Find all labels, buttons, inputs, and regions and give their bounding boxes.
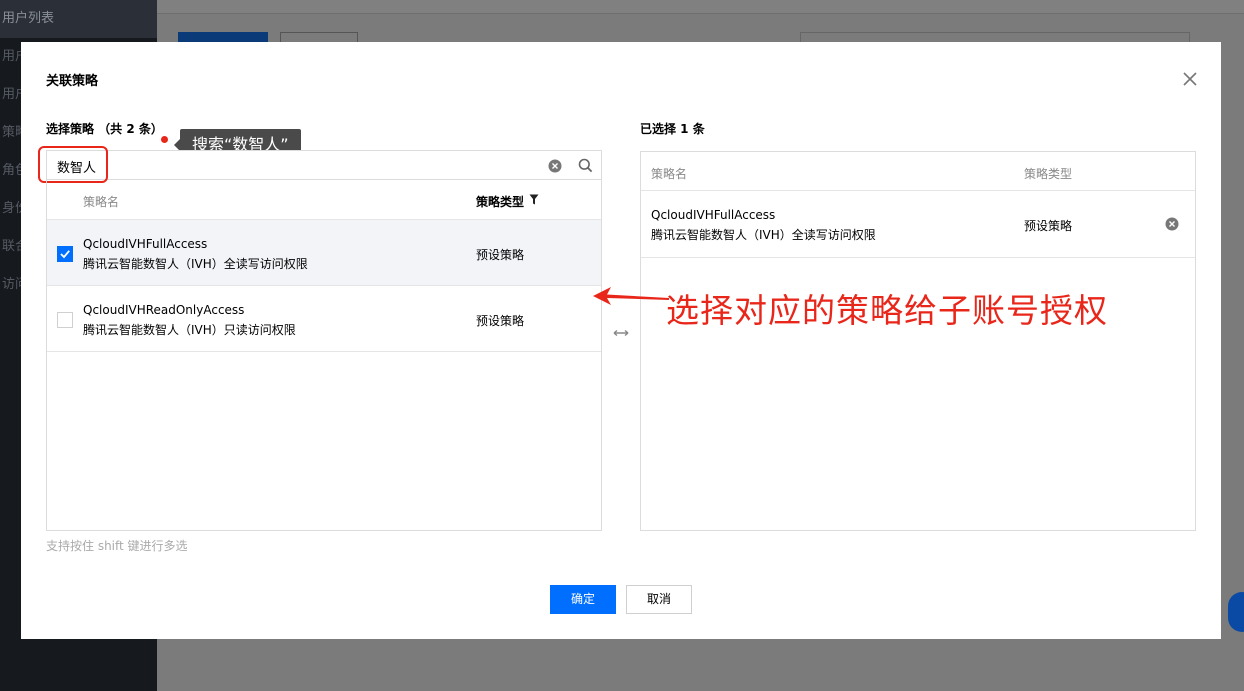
right-panel-label: 已选择 1 条 (640, 122, 705, 136)
bg-sidebar-item: 用户列表 (0, 0, 157, 38)
policy-search-box[interactable] (46, 150, 602, 180)
left-panel-label: 选择策略 （共 2 条） (46, 122, 163, 136)
search-icon[interactable] (578, 158, 593, 173)
row-checkbox[interactable] (57, 312, 73, 328)
associate-policy-modal: 关联策略 选择策略 （共 2 条） 已选择 1 条 搜索“数智人” 策略名 策略… (21, 42, 1221, 639)
policy-name: QcloudIVHFullAccess (83, 237, 208, 251)
annotation-callout: 选择对应的策略给子账号授权 (666, 291, 1108, 330)
clear-icon[interactable] (548, 159, 562, 173)
table-header: 策略名 策略类型 (641, 152, 1195, 191)
row-checkbox[interactable] (57, 246, 73, 262)
swap-arrows-icon (613, 329, 629, 337)
table-row: QcloudIVHFullAccess 腾讯云智能数智人（IVH）全读写访问权限… (641, 191, 1195, 258)
policy-type: 预设策略 (476, 248, 525, 262)
policy-name: QcloudIVHReadOnlyAccess (83, 303, 245, 317)
column-header-type: 策略类型 (1024, 167, 1073, 181)
close-icon[interactable] (1181, 70, 1199, 88)
policy-description: 腾讯云智能数智人（IVH）只读访问权限 (83, 323, 296, 337)
column-header-name: 策略名 (83, 195, 120, 209)
confirm-button[interactable]: 确定 (550, 585, 616, 614)
selected-policies-table: 策略名 策略类型 QcloudIVHFullAccess 腾讯云智能数智人（IV… (640, 151, 1196, 531)
policy-description: 腾讯云智能数智人（IVH）全读写访问权限 (83, 257, 308, 271)
background-float-button (1228, 592, 1244, 632)
filter-icon[interactable] (529, 194, 539, 205)
column-header-name: 策略名 (651, 167, 688, 181)
policy-type: 预设策略 (1024, 219, 1073, 233)
annotation-dot (161, 136, 168, 143)
cancel-button[interactable]: 取消 (626, 585, 692, 614)
policy-name: QcloudIVHFullAccess (651, 208, 776, 222)
background-topbar (157, 0, 1244, 14)
policy-type: 预设策略 (476, 314, 525, 328)
modal-title: 关联策略 (46, 74, 99, 89)
policy-description: 腾讯云智能数智人（IVH）全读写访问权限 (651, 228, 876, 242)
remove-icon[interactable] (1165, 217, 1179, 231)
table-header: 策略名 策略类型 (47, 180, 601, 220)
annotation-highlight-box (38, 146, 108, 183)
policy-search-input[interactable] (57, 156, 527, 176)
column-header-type: 策略类型 (476, 195, 525, 209)
available-policies-table: 策略名 策略类型 QcloudIVHFullAccess 腾讯云智能数智人（IV… (46, 180, 602, 531)
table-row[interactable]: QcloudIVHReadOnlyAccess 腾讯云智能数智人（IVH）只读访… (47, 286, 601, 352)
table-row[interactable]: QcloudIVHFullAccess 腾讯云智能数智人（IVH）全读写访问权限… (47, 220, 601, 286)
multi-select-hint: 支持按住 shift 键进行多选 (46, 539, 188, 553)
